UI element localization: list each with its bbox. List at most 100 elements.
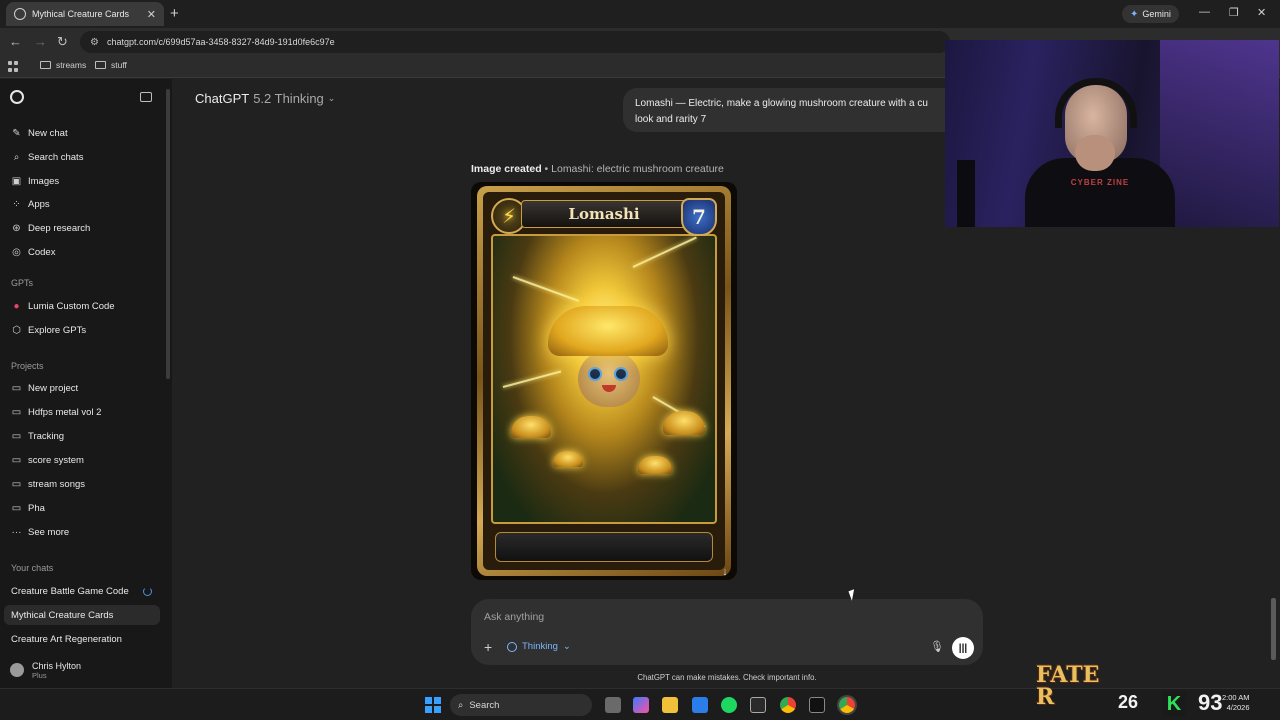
card-art [491,234,717,524]
file-explorer-icon[interactable] [662,697,678,713]
sidebar-item-codex[interactable]: ◎ Codex [0,242,172,262]
gpt-avatar-icon: ● [13,300,20,312]
mushroom-cap [548,306,668,356]
chat-item[interactable]: Creature Battle Game Code [0,581,172,601]
add-attachment-icon[interactable]: + [484,639,492,655]
chat-item[interactable]: Creature Art Regeneration [0,629,172,649]
folder-plus-icon: ▭ [11,382,22,394]
model-selector[interactable]: ChatGPT 5.2 Thinking ⌄ [195,91,335,106]
reload-icon[interactable]: ↻ [57,34,68,50]
sidebar-item-label: stream songs [28,478,86,490]
sidebar-item-label: Codex [28,246,56,258]
main-scrollbar[interactable] [1271,598,1276,660]
notepad-icon[interactable] [692,697,708,713]
small-mushroom [638,456,672,474]
codex-icon: ◎ [12,246,21,258]
close-tab-icon[interactable]: ✕ [147,8,156,21]
spotify-icon[interactable] [721,697,737,713]
taskbar-search-label: Search [469,699,500,711]
sidebar-item-deep-research[interactable]: ⊛ Deep research [0,218,172,238]
bookmark-folder-streams[interactable]: streams [40,60,86,70]
download-icon[interactable]: ↓ [717,564,733,580]
sidebar-item-label: score system [28,454,84,466]
card-text-plate [495,532,713,562]
sidebar-item-project[interactable]: ▭ Tracking [0,426,172,446]
sidebar-item-project[interactable]: ▭ score system [0,450,172,470]
gpts-heading: GPTs [11,278,34,288]
card-name: Lomashi [568,205,640,223]
maximize-window-icon[interactable]: ❐ [1229,6,1239,19]
small-mushroom [511,416,551,438]
task-view-icon[interactable] [605,697,621,713]
rarity-badge: 7 [681,198,717,236]
system-clock[interactable]: 2:00 AM 4/2026 [1222,693,1250,713]
terminal-icon[interactable] [809,697,825,713]
clock-date: 4/2026 [1226,703,1250,712]
composer[interactable]: Ask anything + Thinking ⌄ 🎙 ||| [471,599,983,665]
close-window-icon[interactable]: ✕ [1257,6,1266,19]
chat-item-label: Creature Art Regeneration [11,633,122,645]
gemini-button[interactable]: ✦ Gemini [1122,5,1179,23]
browser-tab-bar: Mythical Creature Cards ✕ + ✦ Gemini — ❐… [0,0,1280,28]
folder-icon: ▭ [11,454,22,466]
sidebar-item-images[interactable]: ▣ Images [0,171,172,191]
sidebar-item-new-project[interactable]: ▭ New project [0,378,172,398]
chrome-active-icon[interactable] [839,697,855,713]
loading-spinner-icon [143,586,152,596]
sidebar-item-project[interactable]: ▭ stream songs [0,474,172,494]
chevron-down-icon: ⌄ [327,93,336,103]
lightning-bolt [632,236,697,268]
forward-arrow-icon[interactable]: → [34,34,47,49]
headset-icon [1055,78,1137,128]
chrome-icon[interactable] [780,697,796,713]
chat-item-label: Mythical Creature Cards [11,609,114,621]
sidebar-item-project[interactable]: ▭ Pha [0,498,172,518]
sidebar-item-lumia-custom-code[interactable]: ● Lumia Custom Code [0,296,172,316]
sidebar-item-new-chat[interactable]: ✎ New chat [0,123,172,143]
browser-tab-active[interactable]: Mythical Creature Cards ✕ [6,2,164,26]
gemini-sparkle-icon: ✦ [1130,8,1139,20]
openai-logo-icon[interactable] [10,90,24,104]
sidebar-item-apps[interactable]: ⁘ Apps [0,194,172,214]
back-arrow-icon[interactable]: ← [9,34,22,49]
chat-item-active[interactable]: Mythical Creature Cards [4,605,160,625]
more-icon: ··· [11,526,22,538]
sidebar-toggle-icon[interactable] [140,92,152,102]
research-icon: ⊛ [12,222,21,234]
taskbar-search[interactable]: ⌕ Search [450,694,592,716]
bookmark-folder-stuff[interactable]: stuff [95,60,127,70]
sidebar-item-project[interactable]: ▭ Hdfps metal vol 2 [0,402,172,422]
new-tab-button[interactable]: + [170,5,179,22]
lightning-bolt [512,276,580,302]
tray-counter-large: 93 [1198,690,1223,715]
chat-item-label: Creature Battle Game Code [11,585,129,597]
site-settings-icon[interactable]: ⚙ [90,37,99,48]
thinking-mode-button[interactable]: Thinking ⌄ [507,641,571,652]
apps-grid-icon[interactable] [8,61,19,72]
webcam-shirt-print: CYBER ZINE [1070,178,1130,187]
card-title-banner: Lomashi [521,200,687,228]
sidebar-item-explore-gpts[interactable]: ⬡ Explore GPTs [0,320,172,340]
prompt-input[interactable]: Ask anything [484,611,544,623]
thinking-icon [507,641,517,652]
sidebar-item-search-chats[interactable]: ⌕ Search chats [0,147,172,167]
folder-icon: ▭ [11,406,22,418]
generated-card-image[interactable]: ⚡ Lomashi 7 [471,182,737,580]
windows-start-icon[interactable] [425,697,441,713]
user-message-bubble: Lomashi — Electric, make a glowing mushr… [623,88,953,132]
thinking-label: Thinking [522,641,558,652]
card-inner: ⚡ Lomashi 7 [483,192,725,570]
voice-mode-button[interactable]: ||| [952,637,974,659]
sidebar-item-see-more[interactable]: ··· See more [0,522,172,542]
hud-fx-icon[interactable] [750,697,766,713]
lightning-bolt [502,370,562,388]
profile-button[interactable]: Chris Hylton Plus [0,653,172,687]
webcam-overlay: CYBER ZINE [945,40,1279,227]
url-text: chatgpt.com/c/699d57aa-3458-8327-84d9-19… [106,37,335,47]
folder-icon: ▭ [11,478,22,490]
minimize-window-icon[interactable]: — [1199,6,1210,18]
copilot-icon[interactable] [633,697,649,713]
url-bar[interactable]: ⚙ chatgpt.com/c/699d57aa-3458-8327-84d9-… [80,31,950,53]
image-caption-text: • Lomashi: electric mushroom creature [541,163,724,175]
microphone-icon[interactable]: 🎙 [930,640,944,653]
